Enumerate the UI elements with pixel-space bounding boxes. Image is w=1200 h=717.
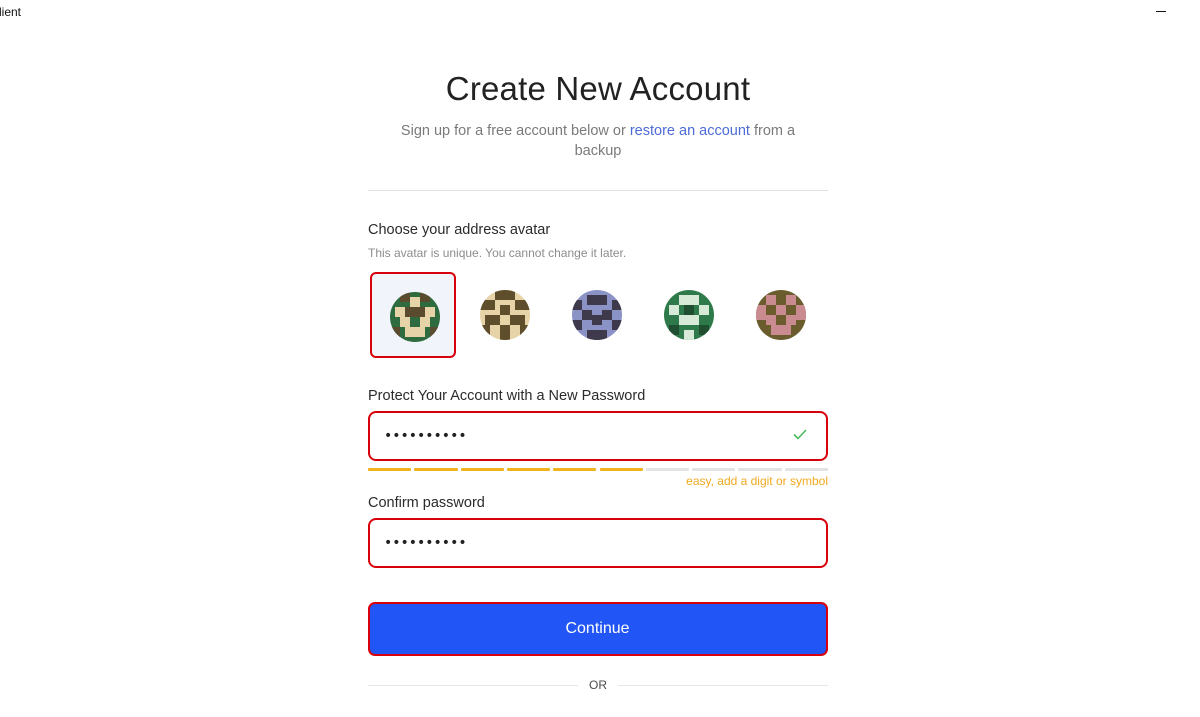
confirm-password-label: Confirm password: [368, 495, 485, 511]
continue-button-label: Continue: [565, 620, 630, 637]
window-titlebar: lient: [0, 0, 1200, 24]
avatar-slate-blue-icon: [572, 290, 622, 340]
password-field[interactable]: [368, 411, 828, 461]
strength-segment: [692, 468, 736, 471]
continue-button[interactable]: Continue: [368, 602, 828, 656]
strength-segment: [460, 468, 504, 471]
strength-segment: [645, 468, 690, 471]
avatar-green-beige-icon: [390, 292, 440, 342]
window-title: lient: [0, 5, 22, 19]
confirm-password-input[interactable]: [384, 520, 784, 565]
check-icon: [793, 429, 807, 440]
strength-segment: [414, 468, 458, 471]
strength-segment: [738, 468, 782, 471]
restore-account-link[interactable]: restore an account: [630, 123, 750, 139]
divider: [368, 190, 828, 191]
avatar-option-3[interactable]: [554, 272, 640, 358]
avatar-olive-pink-icon: [756, 290, 806, 340]
strength-segment: [506, 468, 551, 471]
confirm-password-field[interactable]: [368, 518, 828, 568]
strength-segment: [368, 468, 412, 471]
password-label: Protect Your Account with a New Password: [368, 388, 646, 404]
avatar-section-hint: This avatar is unique. You cannot change…: [368, 246, 627, 260]
avatar-section-label: Choose your address avatar: [368, 222, 551, 238]
minimize-icon[interactable]: [1156, 11, 1166, 12]
page-title: Create New Account: [445, 70, 751, 107]
avatar-picker: [370, 272, 826, 358]
strength-segment: [553, 468, 597, 471]
password-input[interactable]: [384, 413, 784, 458]
or-separator: OR: [589, 678, 607, 692]
subtitle-text: Sign up for a free account below or: [400, 123, 630, 139]
avatar-option-2[interactable]: [462, 272, 548, 358]
avatar-option-4[interactable]: [646, 272, 732, 358]
strength-segment: [599, 468, 643, 471]
avatar-option-1[interactable]: [370, 272, 456, 358]
avatar-brown-beige-icon: [480, 290, 530, 340]
avatar-option-5[interactable]: [738, 272, 824, 358]
strength-segment: [784, 468, 828, 471]
password-strength-text: easy, add a digit or symbol: [686, 474, 828, 488]
password-strength-meter: [368, 468, 828, 471]
avatar-green-white-icon: [664, 290, 714, 340]
page-subtitle: Sign up for a free account below or rest…: [388, 121, 808, 161]
